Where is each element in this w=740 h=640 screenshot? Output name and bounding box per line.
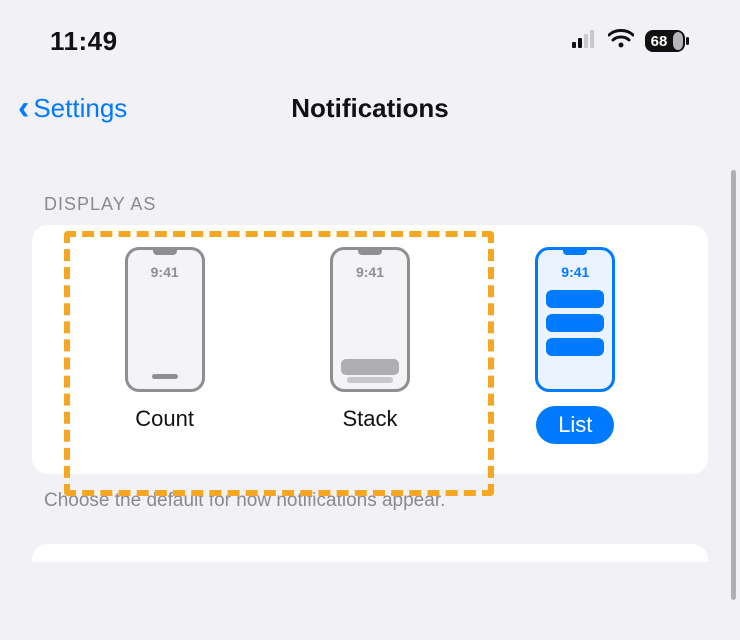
phone-mock-list: 9:41 xyxy=(535,247,615,392)
nav-bar: ‹ Settings Notifications xyxy=(0,70,740,134)
option-list[interactable]: 9:41 List xyxy=(505,247,645,444)
option-list-label: List xyxy=(536,406,614,444)
wifi-icon xyxy=(608,29,634,54)
display-as-section: DISPLAY AS 9:41 Count 9:41 Stack xyxy=(0,134,740,512)
option-stack[interactable]: 9:41 Stack xyxy=(300,247,440,432)
chevron-left-icon: ‹ xyxy=(18,91,29,125)
page-title: Notifications xyxy=(291,93,448,124)
section-footer: Choose the default for how notifications… xyxy=(44,490,708,512)
phone-time: 9:41 xyxy=(356,264,384,280)
display-as-card: 9:41 Count 9:41 Stack 9:41 xyxy=(32,225,708,474)
status-indicators: 68 xyxy=(572,29,690,54)
phone-notch xyxy=(563,250,587,255)
back-button[interactable]: ‹ Settings xyxy=(18,91,127,125)
next-section-peek xyxy=(32,544,708,562)
count-indicator xyxy=(152,374,178,379)
phone-time: 9:41 xyxy=(561,264,589,280)
scroll-indicator[interactable] xyxy=(731,170,736,600)
back-label: Settings xyxy=(33,93,127,124)
cellular-icon xyxy=(572,30,598,53)
option-count-label: Count xyxy=(135,406,194,432)
status-time: 11:49 xyxy=(50,26,118,57)
phone-notch xyxy=(358,250,382,255)
option-stack-label: Stack xyxy=(342,406,397,432)
svg-text:68: 68 xyxy=(651,33,668,50)
phone-time: 9:41 xyxy=(151,264,179,280)
stack-indicator xyxy=(341,359,399,383)
option-count[interactable]: 9:41 Count xyxy=(95,247,235,432)
section-header: DISPLAY AS xyxy=(44,194,708,215)
phone-mock-stack: 9:41 xyxy=(330,247,410,392)
battery-icon: 68 xyxy=(644,29,690,53)
list-indicator xyxy=(546,290,604,356)
phone-notch xyxy=(153,250,177,255)
status-bar: 11:49 68 xyxy=(0,0,740,70)
phone-mock-count: 9:41 xyxy=(125,247,205,392)
